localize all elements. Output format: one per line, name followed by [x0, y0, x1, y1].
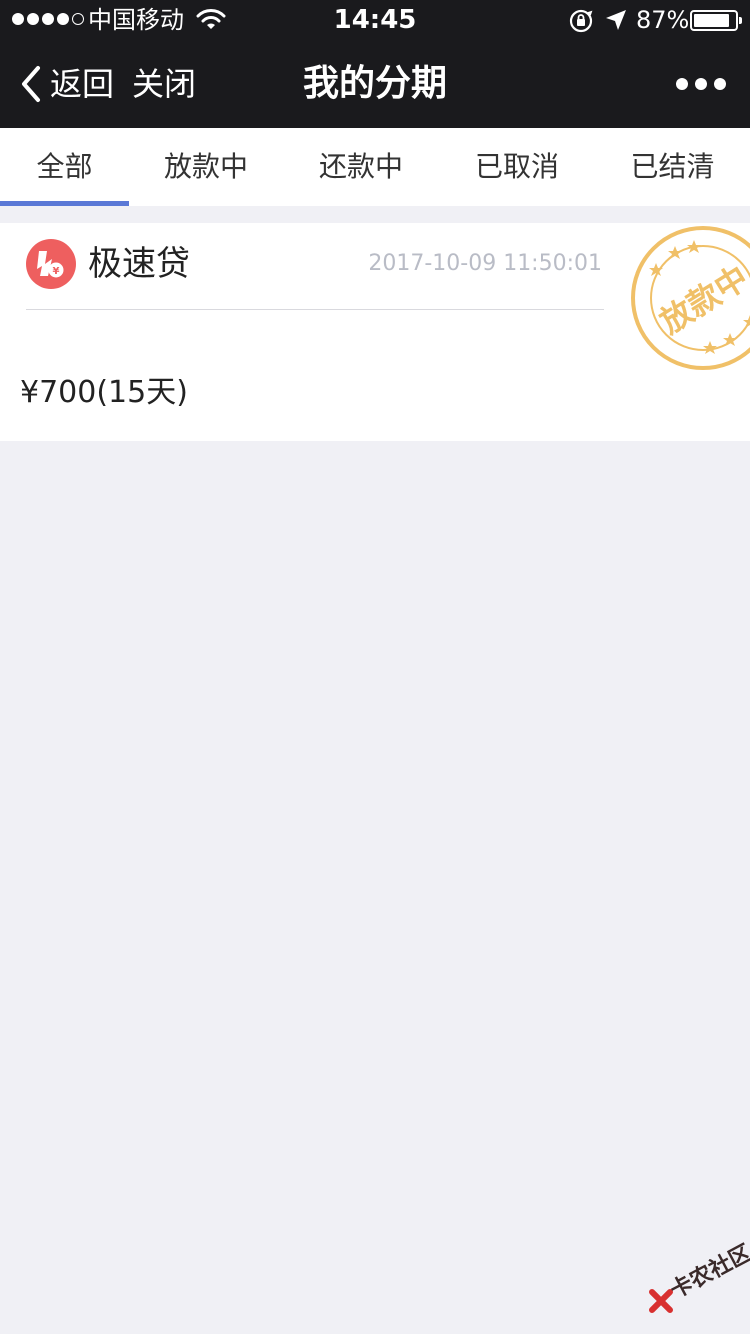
- navigation-bar: 返回 关闭 我的分期: [0, 40, 750, 128]
- more-dot-icon: [714, 78, 726, 90]
- tab-all[interactable]: 全部: [0, 128, 129, 206]
- tab-settled[interactable]: 已结清: [595, 128, 750, 206]
- status-stamp: 放款中: [631, 226, 750, 370]
- application-time: 2017-10-09 11:50:01: [368, 251, 602, 276]
- tab-label: 全部: [36, 150, 93, 183]
- active-tab-indicator: [0, 201, 129, 206]
- tab-label: 已结清: [630, 150, 715, 183]
- location-arrow-icon: [606, 10, 626, 30]
- divider: [26, 309, 604, 310]
- tab-label: 已取消: [474, 150, 559, 183]
- screen: 中国移动 14:45 87% 返回 关闭 我的分期 全部 放款中 还款中 已取消…: [0, 0, 750, 1334]
- community-watermark: 卡农社区: [640, 1240, 750, 1320]
- svg-text:¥: ¥: [53, 266, 60, 277]
- battery-fill: [694, 14, 729, 27]
- rotation-lock-icon: [569, 9, 593, 33]
- battery-icon: [690, 10, 742, 31]
- tab-label: 还款中: [318, 150, 403, 183]
- battery-nub: [739, 17, 742, 24]
- back-button[interactable]: 返回: [18, 62, 114, 106]
- more-menu-button[interactable]: [676, 70, 726, 98]
- product-name: 极速贷: [88, 244, 190, 284]
- watermark-text: 卡农社区: [666, 1240, 750, 1304]
- status-tabs: 全部 放款中 还款中 已取消 已结清: [0, 128, 750, 206]
- product-logo-icon: ¥: [26, 239, 76, 289]
- tab-label: 放款中: [163, 150, 248, 183]
- loan-amount: ¥700(15天): [20, 375, 188, 410]
- stamp-text: 放款中: [653, 258, 750, 341]
- more-dot-icon: [695, 78, 707, 90]
- tab-repaying[interactable]: 还款中: [283, 128, 439, 206]
- back-label: 返回: [50, 65, 115, 103]
- loan-card[interactable]: ¥ 极速贷 2017-10-09 11:50:01 ¥700(15天) 放款中: [0, 223, 750, 441]
- chevron-left-icon: [22, 66, 40, 102]
- more-dot-icon: [676, 78, 688, 90]
- tab-cancelled[interactable]: 已取消: [439, 128, 595, 206]
- battery-percent: 87%: [636, 6, 690, 34]
- close-button[interactable]: 关闭: [132, 62, 196, 106]
- watermark-logo-icon: [649, 1289, 673, 1313]
- lightning-yen-icon: ¥: [37, 251, 64, 278]
- status-bar: 中国移动 14:45 87%: [0, 0, 750, 40]
- tab-disbursing[interactable]: 放款中: [129, 128, 283, 206]
